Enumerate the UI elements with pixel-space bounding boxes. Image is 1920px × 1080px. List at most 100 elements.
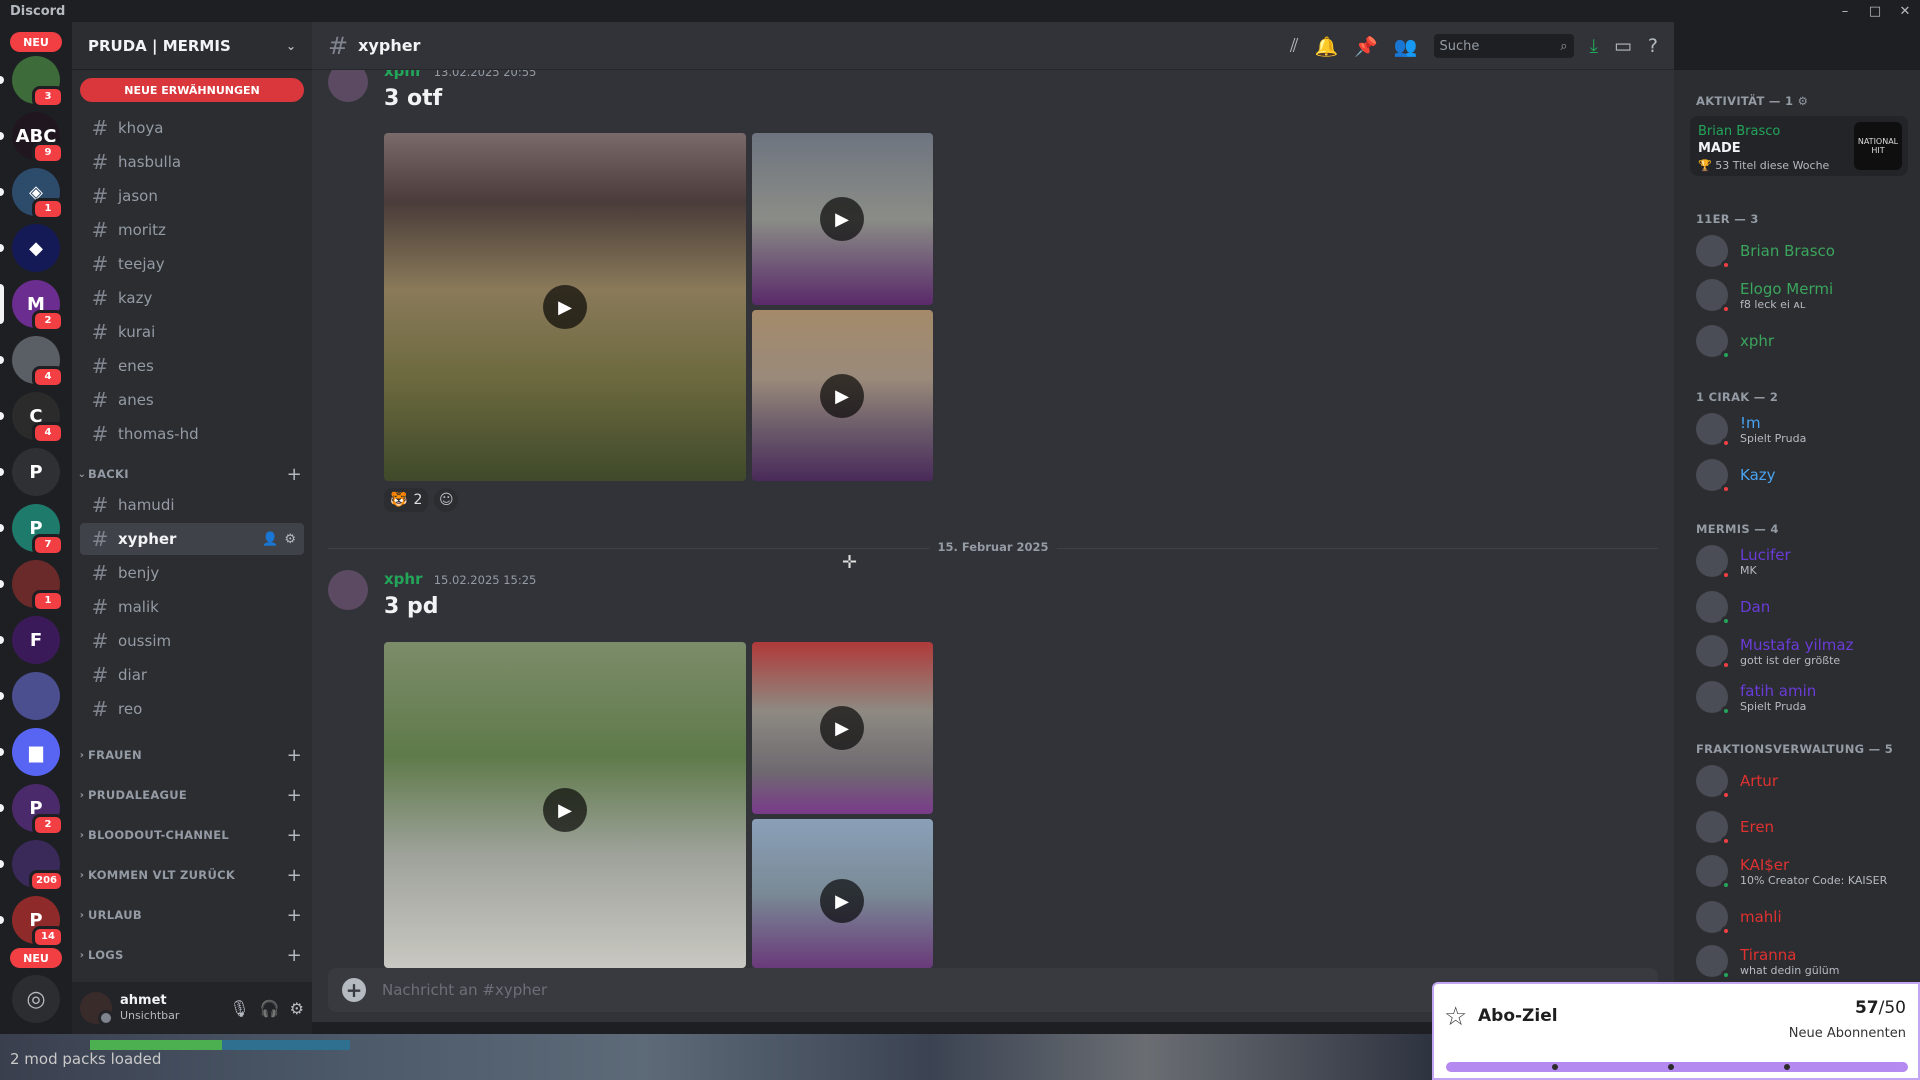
member-item[interactable]: Tiranna what dedin gülüm bbox=[1696, 940, 1916, 982]
category-collapsed[interactable]: › PRUDALEAGUE + bbox=[76, 784, 308, 806]
maximize-icon[interactable]: □ bbox=[1860, 0, 1890, 22]
server-icon[interactable]: ABC 9 bbox=[0, 112, 64, 164]
category-collapsed[interactable]: › KOMMEN VLT ZURÜCK + bbox=[76, 864, 308, 886]
members-icon[interactable]: 👥 bbox=[1394, 35, 1418, 58]
invite-icon[interactable]: 👤 bbox=[262, 532, 278, 547]
channel-item[interactable]: # teejay bbox=[80, 248, 304, 280]
server-icon[interactable]: P7 bbox=[0, 504, 64, 556]
member-item[interactable]: KAI$er 10% Creator Code: KAISER bbox=[1696, 850, 1916, 892]
play-icon[interactable]: ▶ bbox=[543, 285, 587, 329]
attach-plus-icon[interactable]: + bbox=[342, 978, 366, 1002]
video-attachment[interactable]: ▶ bbox=[752, 310, 933, 481]
activity-card[interactable]: Brian Brasco MADE 🏆 53 Titel diese Woche… bbox=[1690, 116, 1908, 176]
add-channel-icon[interactable]: + bbox=[287, 865, 302, 886]
guild-header[interactable]: PRUDA | MERMIS ⌄ bbox=[72, 22, 312, 70]
add-channel-icon[interactable]: + bbox=[287, 945, 302, 966]
play-icon[interactable]: ▶ bbox=[820, 706, 864, 750]
add-channel-icon[interactable]: + bbox=[287, 785, 302, 806]
threads-icon[interactable]: ⫽ bbox=[1290, 35, 1298, 57]
server-icon[interactable]: 3 bbox=[0, 56, 64, 108]
add-channel-icon[interactable]: + bbox=[287, 825, 302, 846]
play-icon[interactable]: ▶ bbox=[820, 879, 864, 923]
channel-item[interactable]: # khoya bbox=[80, 112, 304, 144]
new-mentions-button[interactable]: NEUE ERWÄHNUNGEN bbox=[80, 78, 304, 102]
server-icon[interactable]: M2 bbox=[0, 280, 64, 332]
member-item[interactable]: Elogo Mermi f8 leck ei ᴀʟ bbox=[1696, 274, 1916, 316]
channel-item[interactable]: # oussim bbox=[80, 625, 304, 657]
play-icon[interactable]: ▶ bbox=[543, 788, 587, 832]
minimize-icon[interactable]: – bbox=[1830, 0, 1860, 22]
category-backi[interactable]: ⌄ BACKI + bbox=[76, 463, 308, 485]
video-attachment[interactable]: ▶ bbox=[752, 133, 933, 305]
channel-item[interactable]: # anes bbox=[80, 384, 304, 416]
member-item[interactable]: Brian Brasco bbox=[1696, 230, 1916, 272]
user-names[interactable]: ahmet Unsichtbar bbox=[120, 993, 179, 1023]
channel-item[interactable]: # benjy bbox=[80, 557, 304, 589]
gear-icon[interactable]: ⚙ bbox=[284, 532, 296, 547]
member-item[interactable]: Lucifer MK bbox=[1696, 540, 1916, 582]
server-icon[interactable]: 1 bbox=[0, 560, 64, 612]
pin-icon[interactable]: 📌 bbox=[1354, 35, 1378, 58]
download-icon[interactable]: ⤓ bbox=[1590, 35, 1598, 57]
server-icon[interactable]: P2 bbox=[0, 784, 64, 836]
category-collapsed[interactable]: › URLAUB + bbox=[76, 904, 308, 926]
member-item[interactable]: xphr bbox=[1696, 320, 1916, 362]
category-collapsed[interactable]: › FRAUEN + bbox=[76, 744, 308, 766]
avatar[interactable] bbox=[328, 570, 368, 610]
server-icon[interactable]: ▆ bbox=[0, 728, 60, 776]
channel-item[interactable]: # diar bbox=[80, 659, 304, 691]
channel-item[interactable]: # jason bbox=[80, 180, 304, 212]
server-icon[interactable]: C4 bbox=[0, 392, 64, 444]
new-badge-bottom[interactable]: NEU bbox=[10, 948, 62, 968]
server-icon[interactable]: ◈ 1 bbox=[0, 168, 64, 220]
channel-item[interactable]: # thomas-hd bbox=[80, 418, 304, 450]
add-channel-icon[interactable]: + bbox=[287, 905, 302, 926]
channel-item[interactable]: # enes bbox=[80, 350, 304, 382]
inbox-icon[interactable]: ▭ bbox=[1614, 35, 1632, 57]
video-attachment[interactable]: ▶ bbox=[752, 642, 933, 814]
channel-active[interactable]: # xypher 👤 ⚙ bbox=[80, 523, 304, 555]
add-channel-icon[interactable]: + bbox=[287, 464, 302, 485]
help-icon[interactable]: ? bbox=[1648, 35, 1658, 57]
member-item[interactable]: Mustafa yilmaz gott ist der größte bbox=[1696, 630, 1916, 672]
category-collapsed[interactable]: › LOGS + bbox=[76, 944, 308, 966]
video-attachment[interactable]: ▶ bbox=[384, 133, 746, 481]
gear-icon[interactable]: ⚙ bbox=[1798, 94, 1809, 108]
member-item[interactable]: Artur bbox=[1696, 760, 1916, 802]
member-item[interactable]: Dan bbox=[1696, 586, 1916, 628]
message-author[interactable]: xphr 15.02.2025 15:25 bbox=[384, 570, 536, 588]
member-item[interactable]: Kazy bbox=[1696, 454, 1916, 496]
category-collapsed[interactable]: › BLOODOUT-CHANNEL + bbox=[76, 824, 308, 846]
channel-item[interactable]: # hamudi bbox=[80, 489, 304, 521]
server-icon[interactable]: ◆ bbox=[0, 224, 60, 272]
server-icon[interactable] bbox=[0, 672, 60, 720]
server-icon[interactable]: P 14 bbox=[0, 896, 64, 948]
channel-item[interactable]: # reo bbox=[80, 693, 304, 725]
close-icon[interactable]: ✕ bbox=[1890, 0, 1920, 22]
avatar[interactable] bbox=[80, 992, 114, 1026]
server-icon[interactable]: P bbox=[0, 448, 60, 496]
member-item[interactable]: Eren bbox=[1696, 806, 1916, 848]
microphone-icon[interactable]: 🎙 bbox=[229, 999, 249, 1018]
channel-item[interactable]: # hasbulla bbox=[80, 146, 304, 178]
member-item[interactable]: fatih amin Spielt Pruda bbox=[1696, 676, 1916, 718]
search-input[interactable]: Suche ⌕ bbox=[1433, 34, 1574, 58]
discover-button[interactable]: ◎ bbox=[12, 975, 60, 1023]
server-icon[interactable]: 206 bbox=[0, 840, 64, 892]
new-badge-top[interactable]: NEU bbox=[10, 32, 62, 52]
video-attachment[interactable]: ▶ bbox=[752, 819, 933, 968]
channel-item[interactable]: # moritz bbox=[80, 214, 304, 246]
reaction[interactable]: 🐯 2 bbox=[384, 488, 429, 512]
play-icon[interactable]: ▶ bbox=[820, 197, 864, 241]
server-icon[interactable]: F bbox=[0, 616, 60, 664]
add-channel-icon[interactable]: + bbox=[287, 745, 302, 766]
server-icon[interactable]: 4 bbox=[0, 336, 64, 388]
play-icon[interactable]: ▶ bbox=[820, 374, 864, 418]
add-reaction-button[interactable]: ☺ bbox=[434, 488, 459, 512]
channel-item[interactable]: # kazy bbox=[80, 282, 304, 314]
headphones-icon[interactable]: 🎧 bbox=[260, 999, 280, 1018]
gear-icon[interactable]: ⚙ bbox=[290, 999, 304, 1018]
member-item[interactable]: !m Spielt Pruda bbox=[1696, 408, 1916, 450]
member-item[interactable]: mahli bbox=[1696, 896, 1916, 938]
channel-item[interactable]: # kurai bbox=[80, 316, 304, 348]
